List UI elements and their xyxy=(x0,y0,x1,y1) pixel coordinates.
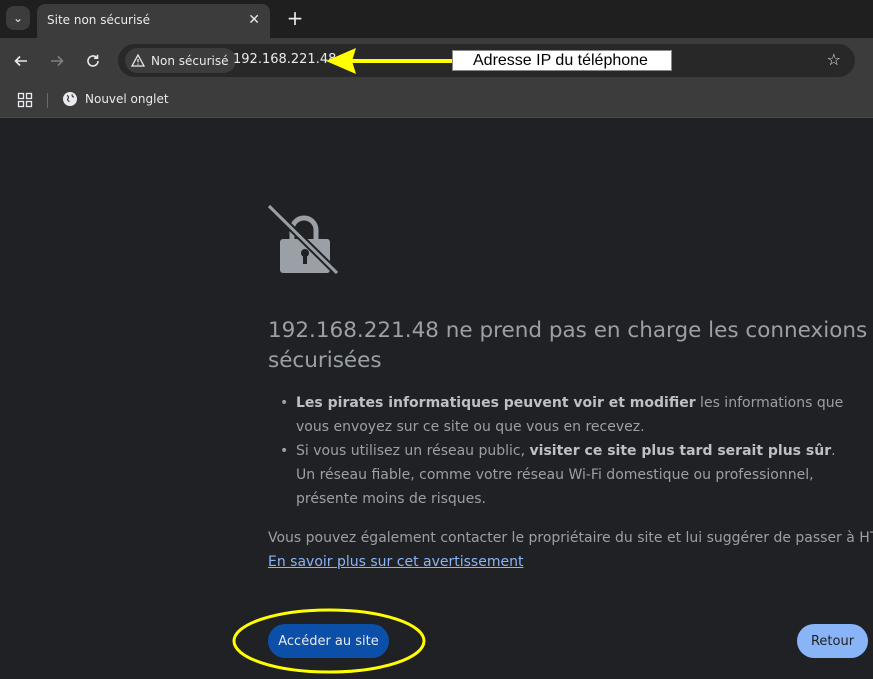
bookmarks-divider xyxy=(47,93,48,108)
learn-more-link[interactable]: En savoir plus sur cet avertissement xyxy=(268,550,523,574)
back-to-safety-button[interactable]: Retour xyxy=(797,624,868,658)
tab-title: Site non sécurisé xyxy=(47,13,150,27)
contact-owner-text: Vous pouvez également contacter le propr… xyxy=(268,530,873,546)
bookmark-label: Nouvel onglet xyxy=(85,92,169,106)
interstitial-page: 192.168.221.48 ne prend pas en charge le… xyxy=(0,118,873,679)
new-tab-button[interactable]: + xyxy=(283,6,307,30)
browser-toolbar: Non sécurisé 192.168.221.48 ☆ xyxy=(0,38,873,84)
warning-icon xyxy=(131,54,145,67)
tab-search-button[interactable]: ⌄ xyxy=(6,6,30,30)
apps-grid-icon[interactable] xyxy=(17,92,33,108)
warning-bold-1: Les pirates informatiques peuvent voir e… xyxy=(296,395,696,411)
security-chip-label: Non sécurisé xyxy=(151,53,229,68)
back-button[interactable] xyxy=(11,51,31,71)
plus-icon: + xyxy=(286,6,304,30)
arrow-right-icon xyxy=(51,55,64,67)
bookmarks-bar: Nouvel onglet xyxy=(0,84,873,118)
list-item: Si vous utilisez un réseau public, visit… xyxy=(278,439,854,511)
warning-bold-2: visiter ce site plus tard serait plus sû… xyxy=(529,443,832,459)
globe-icon xyxy=(63,92,77,106)
list-item: Les pirates informatiques peuvent voir e… xyxy=(278,391,854,439)
tab-strip: ⌄ Site non sécurisé ✕ + xyxy=(0,0,873,38)
reload-icon xyxy=(87,54,99,67)
arrow-left-icon xyxy=(14,55,27,67)
warning-list: Les pirates informatiques peuvent voir e… xyxy=(278,391,854,511)
bookmark-item[interactable]: Nouvel onglet xyxy=(62,91,169,107)
url-text[interactable]: 192.168.221.48 xyxy=(233,52,336,67)
reload-button[interactable] xyxy=(83,51,103,71)
forward-button[interactable] xyxy=(47,51,67,71)
chevron-down-icon: ⌄ xyxy=(12,11,24,25)
security-chip[interactable]: Non sécurisé xyxy=(125,48,237,73)
active-tab[interactable]: Site non sécurisé ✕ xyxy=(37,4,270,38)
annotation-label: Adresse IP du téléphone xyxy=(452,50,672,71)
page-title: 192.168.221.48 ne prend pas en charge le… xyxy=(268,318,868,373)
crossed-lock-icon xyxy=(266,203,340,275)
proceed-button[interactable]: Accéder au site xyxy=(268,624,389,658)
bookmark-star-icon[interactable]: ☆ xyxy=(827,50,841,69)
warning-text-2a: Si vous utilisez un réseau public, xyxy=(296,443,530,459)
close-icon[interactable]: ✕ xyxy=(248,12,260,28)
